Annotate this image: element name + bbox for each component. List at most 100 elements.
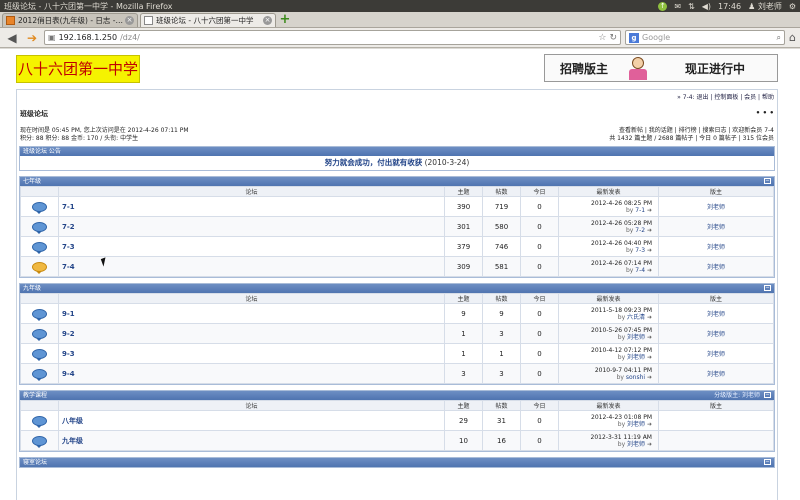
moderator-recruit-ad[interactable]: 招聘版主 现正进行中 (544, 54, 778, 82)
last-post-date[interactable]: 2010-5-26 07:45 PM (559, 327, 652, 334)
last-post-date[interactable]: 2012-4-26 04:40 PM (559, 240, 652, 247)
site-logo[interactable]: 八十六团第一中学 (16, 55, 140, 83)
back-button[interactable]: ◀ (4, 30, 20, 46)
search-icon[interactable]: ⌕ (777, 33, 781, 43)
section-title[interactable]: 九年级 (23, 284, 41, 293)
forum-name-link[interactable]: 7-3 (58, 236, 445, 257)
last-post-date[interactable]: 2010-4-12 07:12 PM (559, 347, 652, 354)
topic-count: 3 (444, 363, 483, 384)
google-icon[interactable]: g (629, 32, 640, 43)
author-link[interactable]: 刘老师 (627, 441, 645, 448)
section-moderator[interactable]: 分级版主: 刘老师 (714, 391, 760, 400)
forum-icon-cell (20, 303, 59, 324)
forum-name-link[interactable]: 八年级 (58, 410, 445, 431)
author-link[interactable]: 刘老师 (627, 421, 645, 428)
author-link[interactable]: 刘老师 (627, 334, 645, 341)
moderator-link[interactable]: 刘老师 (658, 236, 774, 257)
bookmark-star-icon[interactable]: ☆ (598, 33, 606, 43)
moderator-link[interactable]: 刘老师 (658, 323, 774, 344)
close-icon[interactable]: × (125, 16, 134, 25)
collapse-icon[interactable]: − (764, 285, 771, 291)
more-menu[interactable]: • • • (756, 109, 774, 119)
moderator-link[interactable] (658, 410, 774, 431)
forum-name-link[interactable]: 9-1 (58, 303, 445, 324)
section-header[interactable]: 七年级 − (20, 177, 774, 186)
last-post-date[interactable]: 2011-5-18 09:23 PM (559, 307, 652, 314)
update-icon[interactable]: ↑ (658, 1, 668, 11)
moderator-link[interactable] (658, 430, 774, 451)
goto-last-icon[interactable]: ➜ (645, 227, 652, 234)
section-header[interactable]: 寝室论坛 − (20, 458, 774, 467)
forum-name-link[interactable]: 7-2 (58, 216, 445, 237)
collapse-icon[interactable]: − (764, 459, 771, 465)
forum-name-link[interactable]: 7-1 (58, 196, 445, 217)
forum-name-link[interactable]: 9-2 (58, 323, 445, 344)
last-post-date[interactable]: 2012-4-26 05:28 PM (559, 220, 652, 227)
clock[interactable]: 17:46 (718, 2, 741, 11)
section-header[interactable]: 教学课程 分级版主: 刘老师 − (20, 391, 774, 400)
section-title[interactable]: 七年级 (23, 177, 41, 186)
site-identity-icon[interactable]: ▣ (48, 33, 56, 42)
author-link[interactable]: 7-1 (635, 207, 645, 214)
forward-button[interactable]: ➔ (24, 30, 40, 46)
tab-label: 2012俏日表(九年级) - 日志 - ... (18, 16, 125, 25)
goto-last-icon[interactable]: ➜ (645, 247, 652, 254)
forum-name-link[interactable]: 7-4 (58, 256, 445, 277)
goto-last-icon[interactable]: ➜ (645, 314, 652, 321)
power-icon[interactable]: ⚙ (789, 2, 796, 11)
home-icon[interactable]: ⌂ (789, 31, 796, 44)
url-bar[interactable]: ▣ 192.168.1.250/dz4/ ☆ ↻ (44, 30, 622, 45)
search-box[interactable]: g Google ⌕ (625, 30, 786, 45)
goto-last-icon[interactable]: ➜ (645, 334, 652, 341)
forum-name-link[interactable]: 9-3 (58, 343, 445, 364)
new-tab-button[interactable]: + (278, 13, 292, 27)
last-post-date[interactable]: 2012-4-26 07:14 PM (559, 260, 652, 267)
moderator-link[interactable]: 刘老师 (658, 363, 774, 384)
forum-name-link[interactable]: 九年级 (58, 430, 445, 451)
last-post-date[interactable]: 2012-4-26 08:25 PM (559, 200, 652, 207)
goto-last-icon[interactable]: ➜ (645, 267, 652, 274)
tab-diary[interactable]: 2012俏日表(九年级) - 日志 - ... × (2, 13, 138, 27)
user-menu[interactable]: ♟ 刘老师 (748, 1, 782, 12)
collapse-icon[interactable]: − (764, 392, 771, 398)
network-icon[interactable]: ⇅ (688, 2, 695, 11)
moderator-link[interactable]: 刘老师 (658, 256, 774, 277)
forum-icon (32, 241, 47, 254)
user-links[interactable]: » 7-4: 退出 | 控制面板 | 会员 | 帮助 (17, 90, 777, 103)
moderator-link[interactable]: 刘老师 (658, 303, 774, 324)
quick-links[interactable]: 查看新帖 | 我的话题 | 排行榜 | 搜索日志 | 欢迎新会员 7-4 (609, 127, 774, 135)
section-header-spacer (41, 177, 764, 186)
last-post-date[interactable]: 2010-9-7 04:11 PM (559, 367, 652, 374)
moderator-link[interactable]: 刘老师 (658, 216, 774, 237)
last-post-date[interactable]: 2012-4-23 01:08 PM (559, 414, 652, 421)
author-link[interactable]: sonshi (626, 374, 645, 381)
collapse-icon[interactable]: − (764, 178, 771, 184)
mail-icon[interactable]: ✉ (674, 2, 681, 11)
section-header[interactable]: 九年级 − (20, 284, 774, 293)
goto-last-icon[interactable]: ➜ (645, 374, 652, 381)
page-title[interactable]: 班级论坛 (20, 109, 48, 119)
forum-name-link[interactable]: 9-4 (58, 363, 445, 384)
author-link[interactable]: 六氏清 (627, 314, 645, 321)
moderator-link[interactable]: 刘老师 (658, 196, 774, 217)
section-title[interactable]: 寝室论坛 (23, 458, 47, 467)
author-link[interactable]: 刘老师 (627, 354, 645, 361)
author-link[interactable]: 7-3 (635, 247, 645, 254)
last-post-cell: 2010-4-12 07:12 PM by 刘老师 ➜ (558, 343, 659, 364)
last-post-date[interactable]: 2012-3-31 11:19 AM (559, 434, 652, 441)
topic-count: 29 (444, 410, 483, 431)
forum-icon (32, 435, 47, 448)
moderator-link[interactable]: 刘老师 (658, 343, 774, 364)
close-icon[interactable]: × (263, 16, 272, 25)
volume-icon[interactable]: ◀) (702, 2, 711, 11)
reload-icon[interactable]: ↻ (609, 33, 617, 43)
announcement[interactable]: 努力就会成功，付出就有收获 (2010-3-24) (20, 156, 774, 170)
goto-last-icon[interactable]: ➜ (645, 421, 652, 428)
goto-last-icon[interactable]: ➜ (645, 354, 652, 361)
goto-last-icon[interactable]: ➜ (645, 207, 652, 214)
author-link[interactable]: 7-4 (635, 267, 645, 274)
tab-forum[interactable]: 班级论坛 - 八十六团第一中学 × (140, 13, 276, 27)
section-title[interactable]: 教学课程 (23, 391, 47, 400)
goto-last-icon[interactable]: ➜ (645, 441, 652, 448)
author-link[interactable]: 7-2 (635, 227, 645, 234)
